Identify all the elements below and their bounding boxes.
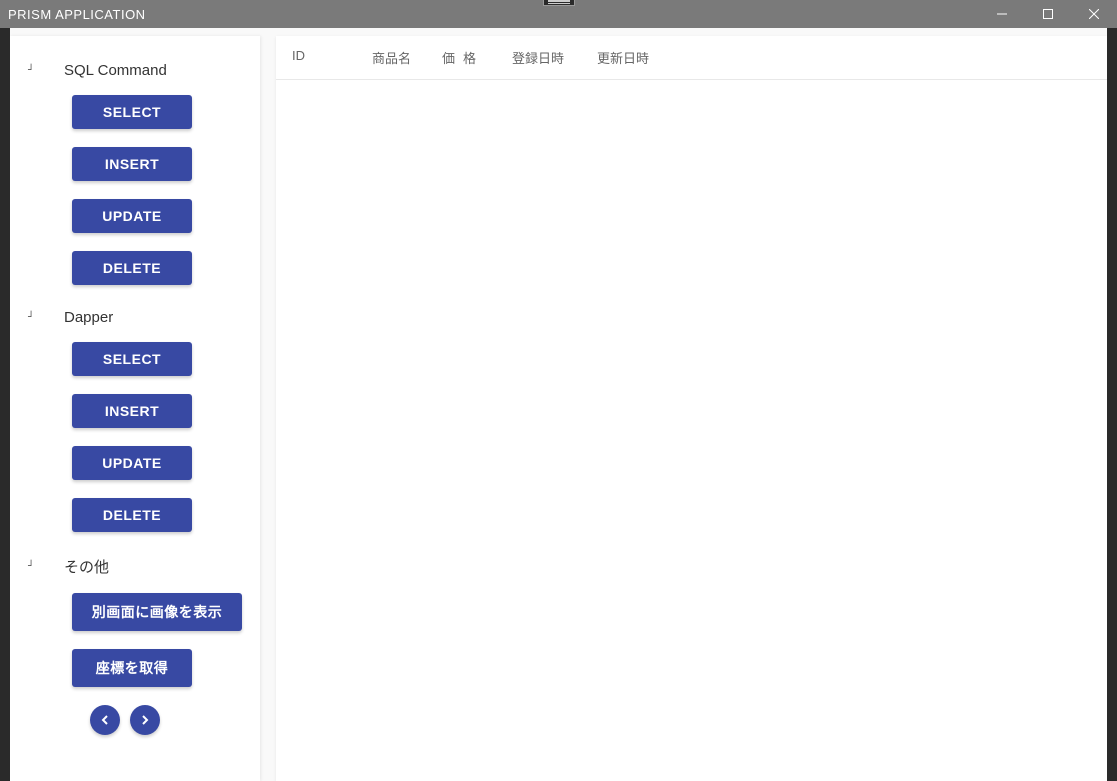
section-body: SELECT INSERT UPDATE DELETE [10, 85, 260, 285]
delete-button[interactable]: DELETE [72, 251, 192, 285]
section-header-sql-command[interactable]: ┘ SQL Command [10, 56, 260, 85]
dapper-insert-button[interactable]: INSERT [72, 394, 192, 428]
collapse-icon: ┘ [28, 312, 38, 323]
prev-button[interactable] [90, 705, 120, 735]
select-button[interactable]: SELECT [72, 95, 192, 129]
minimize-button[interactable] [979, 0, 1025, 28]
main-panel: ID 商品名 価格 登録日時 更新日時 [276, 36, 1107, 781]
section-header-other[interactable]: ┘ その他 [10, 550, 260, 583]
section-header-dapper[interactable]: ┘ Dapper [10, 303, 260, 332]
column-header-price[interactable]: 価格 [442, 48, 512, 67]
titlebar[interactable]: PRISM APPLICATION [0, 0, 1117, 28]
dapper-select-button[interactable]: SELECT [72, 342, 192, 376]
hamburger-icon[interactable] [543, 0, 575, 6]
dapper-delete-button[interactable]: DELETE [72, 498, 192, 532]
section-title: SQL Command [64, 62, 167, 79]
app-window: PRISM APPLICATION ┘ SQL Command [0, 0, 1117, 781]
table-body [276, 80, 1107, 780]
collapse-icon: ┘ [28, 65, 38, 76]
update-button[interactable]: UPDATE [72, 199, 192, 233]
section-other: ┘ その他 別画面に画像を表示 座標を取得 [10, 550, 260, 735]
content-area: ┘ SQL Command SELECT INSERT UPDATE DELET… [0, 28, 1117, 781]
maximize-button[interactable] [1025, 0, 1071, 28]
section-dapper: ┘ Dapper SELECT INSERT UPDATE DELETE [10, 303, 260, 532]
close-button[interactable] [1071, 0, 1117, 28]
window-left-edge [0, 28, 10, 781]
dapper-update-button[interactable]: UPDATE [72, 446, 192, 480]
section-title: その他 [64, 556, 109, 577]
window-right-edge [1107, 28, 1117, 781]
section-body: SELECT INSERT UPDATE DELETE [10, 332, 260, 532]
show-image-button[interactable]: 別画面に画像を表示 [72, 593, 242, 631]
get-coordinates-button[interactable]: 座標を取得 [72, 649, 192, 687]
insert-button[interactable]: INSERT [72, 147, 192, 181]
collapse-icon: ┘ [28, 561, 38, 572]
section-sql-command: ┘ SQL Command SELECT INSERT UPDATE DELET… [10, 56, 260, 285]
window-title: PRISM APPLICATION [8, 7, 146, 22]
column-header-created[interactable]: 登録日時 [512, 48, 597, 67]
section-title: Dapper [64, 309, 113, 326]
window-controls [979, 0, 1117, 28]
next-button[interactable] [130, 705, 160, 735]
table-header: ID 商品名 価格 登録日時 更新日時 [276, 36, 1107, 80]
section-body: 別画面に画像を表示 座標を取得 [10, 583, 260, 735]
nav-row [72, 705, 260, 735]
column-header-name[interactable]: 商品名 [372, 48, 442, 67]
column-header-id[interactable]: ID [292, 48, 372, 67]
column-header-updated[interactable]: 更新日時 [597, 48, 682, 67]
sidebar: ┘ SQL Command SELECT INSERT UPDATE DELET… [10, 36, 260, 781]
